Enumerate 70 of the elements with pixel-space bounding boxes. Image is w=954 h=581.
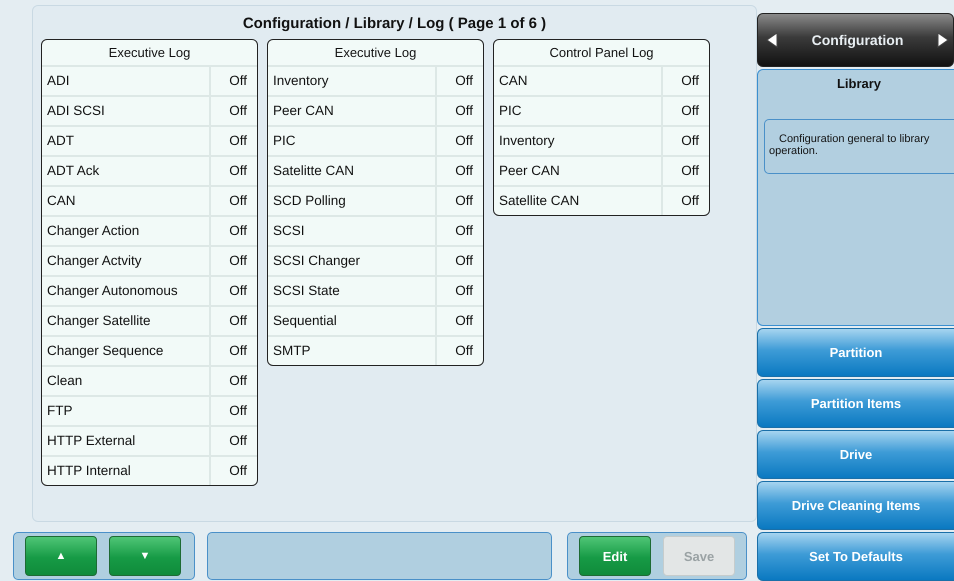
- table-cell[interactable]: Off: [437, 307, 483, 335]
- table-cell[interactable]: Off: [211, 307, 257, 335]
- table-cell[interactable]: Off: [437, 97, 483, 125]
- table-cell[interactable]: Inventory: [268, 67, 437, 95]
- table-cell[interactable]: Off: [211, 277, 257, 305]
- table-cell[interactable]: ADT Ack: [42, 157, 211, 185]
- section-title: Configuration: [812, 32, 904, 48]
- table-cell[interactable]: Changer Sequence: [42, 337, 211, 365]
- table-cell[interactable]: SCSI: [268, 217, 437, 245]
- table-cell[interactable]: Off: [211, 217, 257, 245]
- table-cell[interactable]: Off: [211, 427, 257, 455]
- section-selector[interactable]: Configuration: [757, 13, 954, 67]
- table-cell[interactable]: Changer Autonomous: [42, 277, 211, 305]
- table-cell[interactable]: Off: [437, 277, 483, 305]
- table-cell[interactable]: Off: [437, 247, 483, 275]
- table-cell[interactable]: Off: [437, 127, 483, 155]
- table-cell[interactable]: Off: [437, 337, 483, 365]
- table-cell[interactable]: ADI SCSI: [42, 97, 211, 125]
- table-cell[interactable]: Off: [211, 67, 257, 95]
- table-cell[interactable]: Satelitte CAN: [268, 157, 437, 185]
- table-cell[interactable]: Changer Satellite: [42, 307, 211, 335]
- table-cell[interactable]: Inventory: [494, 127, 663, 155]
- action-button[interactable]: Edit: [579, 536, 651, 576]
- table-cell[interactable]: Peer CAN: [494, 157, 663, 185]
- table-cell[interactable]: SCD Polling: [268, 187, 437, 215]
- table-cell[interactable]: CAN: [494, 67, 663, 95]
- table-cell[interactable]: Changer Action: [42, 217, 211, 245]
- table-cell[interactable]: HTTP Internal: [42, 457, 211, 485]
- table-cell[interactable]: Off: [437, 157, 483, 185]
- table-heading: Executive Log: [42, 40, 257, 67]
- table-cell[interactable]: Off: [437, 187, 483, 215]
- table-cell[interactable]: Off: [211, 337, 257, 365]
- table-cell[interactable]: Off: [663, 127, 709, 155]
- scroll-button[interactable]: ▲: [25, 536, 97, 576]
- table-cell[interactable]: Off: [211, 97, 257, 125]
- table-cell[interactable]: SCSI Changer: [268, 247, 437, 275]
- page-title: Configuration / Library / Log ( Page 1 of 6 ): [242, 14, 548, 34]
- table-cell[interactable]: Off: [663, 67, 709, 95]
- table-cell[interactable]: Off: [663, 157, 709, 185]
- left-arrow-icon[interactable]: [766, 32, 778, 48]
- table-cell[interactable]: Off: [437, 67, 483, 95]
- table-cell[interactable]: Off: [211, 127, 257, 155]
- table-cell[interactable]: HTTP External: [42, 427, 211, 455]
- table-cell[interactable]: Clean: [42, 367, 211, 395]
- table-cell[interactable]: Off: [211, 457, 257, 485]
- table-cell[interactable]: Off: [663, 187, 709, 215]
- table-cell[interactable]: Off: [663, 97, 709, 125]
- table-cell[interactable]: Off: [211, 397, 257, 425]
- table-cell[interactable]: ADI: [42, 67, 211, 95]
- table-cell[interactable]: CAN: [42, 187, 211, 215]
- right-arrow-icon[interactable]: [936, 32, 949, 48]
- table-cell[interactable]: SCSI State: [268, 277, 437, 305]
- table-cell[interactable]: Off: [211, 187, 257, 215]
- table-cell[interactable]: PIC: [268, 127, 437, 155]
- table-cell[interactable]: SMTP: [268, 337, 437, 365]
- table-heading: Control Panel Log: [494, 40, 709, 67]
- table-cell[interactable]: Peer CAN: [268, 97, 437, 125]
- table-heading: Executive Log: [268, 40, 483, 67]
- current-item-title: Library: [836, 76, 882, 91]
- table-cell[interactable]: Satellite CAN: [494, 187, 663, 215]
- table-cell[interactable]: Off: [211, 157, 257, 185]
- table-cell[interactable]: Changer Actvity: [42, 247, 211, 275]
- table-cell[interactable]: FTP: [42, 397, 211, 425]
- item-description: Configuration general to library operation.: [764, 118, 954, 174]
- table-cell[interactable]: Off: [437, 217, 483, 245]
- table-cell[interactable]: PIC: [494, 97, 663, 125]
- table-cell[interactable]: ADT: [42, 127, 211, 155]
- table-cell[interactable]: Off: [211, 367, 257, 395]
- table-cell[interactable]: Sequential: [268, 307, 437, 335]
- table-cell[interactable]: Off: [211, 247, 257, 275]
